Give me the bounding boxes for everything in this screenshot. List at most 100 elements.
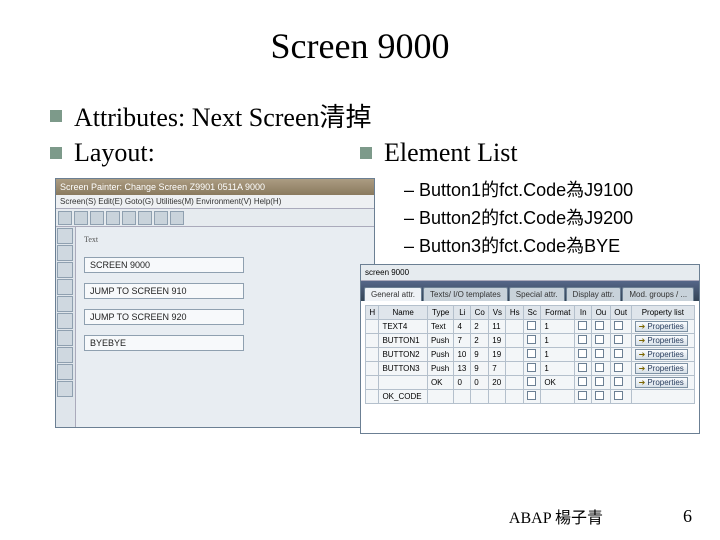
table-cell[interactable]: Push bbox=[427, 348, 454, 362]
checkbox-icon[interactable] bbox=[595, 321, 604, 330]
table-cell[interactable] bbox=[524, 390, 541, 404]
table-cell[interactable]: 0 bbox=[471, 376, 489, 390]
properties-button[interactable]: Properties bbox=[635, 335, 688, 346]
table-cell[interactable]: 19 bbox=[489, 348, 506, 362]
table-cell[interactable]: 20 bbox=[489, 376, 506, 390]
checkbox-icon[interactable] bbox=[578, 363, 587, 372]
table-cell[interactable] bbox=[575, 376, 592, 390]
palette-icon[interactable] bbox=[57, 245, 73, 261]
checkbox-icon[interactable] bbox=[595, 363, 604, 372]
checkbox-icon[interactable] bbox=[614, 349, 623, 358]
table-cell[interactable]: 1 bbox=[541, 320, 575, 334]
table-cell[interactable]: 19 bbox=[489, 334, 506, 348]
table-cell[interactable]: 2 bbox=[471, 334, 489, 348]
table-cell[interactable]: OK bbox=[541, 376, 575, 390]
palette-icon[interactable] bbox=[57, 279, 73, 295]
checkbox-icon[interactable] bbox=[527, 349, 536, 358]
table-cell[interactable] bbox=[592, 334, 611, 348]
checkbox-icon[interactable] bbox=[527, 321, 536, 330]
table-cell[interactable] bbox=[366, 348, 379, 362]
table-cell[interactable] bbox=[524, 320, 541, 334]
canvas-field[interactable]: SCREEN 9000 bbox=[84, 257, 244, 273]
toolbar-icon[interactable] bbox=[154, 211, 168, 225]
table-row[interactable]: OK0020OKProperties bbox=[366, 376, 695, 390]
table-cell[interactable]: 4 bbox=[454, 320, 471, 334]
table-cell[interactable] bbox=[610, 348, 631, 362]
palette-icon[interactable] bbox=[57, 347, 73, 363]
checkbox-icon[interactable] bbox=[578, 335, 587, 344]
checkbox-icon[interactable] bbox=[578, 377, 587, 386]
checkbox-icon[interactable] bbox=[578, 391, 587, 400]
table-cell[interactable] bbox=[366, 390, 379, 404]
checkbox-icon[interactable] bbox=[595, 335, 604, 344]
table-cell[interactable] bbox=[366, 334, 379, 348]
table-cell[interactable] bbox=[366, 376, 379, 390]
table-cell[interactable] bbox=[592, 362, 611, 376]
table-cell[interactable]: BUTTON3 bbox=[379, 362, 428, 376]
checkbox-icon[interactable] bbox=[614, 391, 623, 400]
table-cell[interactable]: OK_CODE bbox=[379, 390, 428, 404]
table-cell[interactable] bbox=[524, 334, 541, 348]
table-cell[interactable] bbox=[575, 362, 592, 376]
toolbar-icon[interactable] bbox=[138, 211, 152, 225]
table-cell[interactable]: 7 bbox=[454, 334, 471, 348]
table-cell[interactable] bbox=[610, 362, 631, 376]
table-cell[interactable]: Push bbox=[427, 334, 454, 348]
palette-icon[interactable] bbox=[57, 228, 73, 244]
table-cell[interactable] bbox=[575, 348, 592, 362]
checkbox-icon[interactable] bbox=[614, 363, 623, 372]
table-cell[interactable] bbox=[379, 376, 428, 390]
table-cell[interactable]: BUTTON2 bbox=[379, 348, 428, 362]
table-cell[interactable] bbox=[506, 376, 524, 390]
table-cell[interactable] bbox=[506, 362, 524, 376]
checkbox-icon[interactable] bbox=[614, 377, 623, 386]
table-cell[interactable] bbox=[366, 320, 379, 334]
table-cell[interactable]: 10 bbox=[454, 348, 471, 362]
toolbar-icon[interactable] bbox=[106, 211, 120, 225]
table-cell[interactable] bbox=[575, 334, 592, 348]
palette-icon[interactable] bbox=[57, 296, 73, 312]
toolbar-icon[interactable] bbox=[74, 211, 88, 225]
table-cell[interactable] bbox=[592, 376, 611, 390]
table-cell[interactable]: Text bbox=[427, 320, 454, 334]
table-row[interactable]: BUTTON1Push72191Properties bbox=[366, 334, 695, 348]
table-cell[interactable] bbox=[506, 348, 524, 362]
table-cell[interactable] bbox=[506, 390, 524, 404]
table-cell[interactable] bbox=[592, 390, 611, 404]
checkbox-icon[interactable] bbox=[527, 335, 536, 344]
table-cell[interactable] bbox=[610, 390, 631, 404]
checkbox-icon[interactable] bbox=[578, 321, 587, 330]
table-cell[interactable]: BUTTON1 bbox=[379, 334, 428, 348]
table-cell[interactable]: 7 bbox=[489, 362, 506, 376]
table-cell[interactable] bbox=[524, 376, 541, 390]
table-cell[interactable] bbox=[506, 334, 524, 348]
table-cell[interactable] bbox=[524, 348, 541, 362]
table-cell[interactable] bbox=[592, 320, 611, 334]
properties-button[interactable]: Properties bbox=[635, 349, 688, 360]
table-cell[interactable]: TEXT4 bbox=[379, 320, 428, 334]
table-row[interactable]: OK_CODE bbox=[366, 390, 695, 404]
table-cell[interactable]: 11 bbox=[489, 320, 506, 334]
properties-button[interactable]: Properties bbox=[635, 363, 688, 374]
layout-canvas[interactable]: Text SCREEN 9000 JUMP TO SCREEN 910 JUMP… bbox=[76, 227, 374, 427]
toolbar-icon[interactable] bbox=[122, 211, 136, 225]
properties-button[interactable]: Properties bbox=[635, 321, 688, 332]
table-cell[interactable]: 9 bbox=[471, 362, 489, 376]
table-cell[interactable]: OK bbox=[427, 376, 454, 390]
checkbox-icon[interactable] bbox=[527, 391, 536, 400]
checkbox-icon[interactable] bbox=[578, 349, 587, 358]
checkbox-icon[interactable] bbox=[614, 321, 623, 330]
properties-button[interactable]: Properties bbox=[635, 377, 688, 388]
checkbox-icon[interactable] bbox=[595, 349, 604, 358]
palette-icon[interactable] bbox=[57, 313, 73, 329]
table-cell[interactable]: Push bbox=[427, 362, 454, 376]
table-cell[interactable] bbox=[575, 320, 592, 334]
table-cell[interactable] bbox=[575, 390, 592, 404]
table-cell[interactable] bbox=[541, 390, 575, 404]
table-cell[interactable]: 0 bbox=[454, 376, 471, 390]
table-cell[interactable] bbox=[592, 348, 611, 362]
table-cell[interactable] bbox=[610, 320, 631, 334]
palette-icon[interactable] bbox=[57, 330, 73, 346]
tab-mod-groups[interactable]: Mod. groups / ... bbox=[622, 287, 694, 301]
table-cell[interactable] bbox=[454, 390, 471, 404]
